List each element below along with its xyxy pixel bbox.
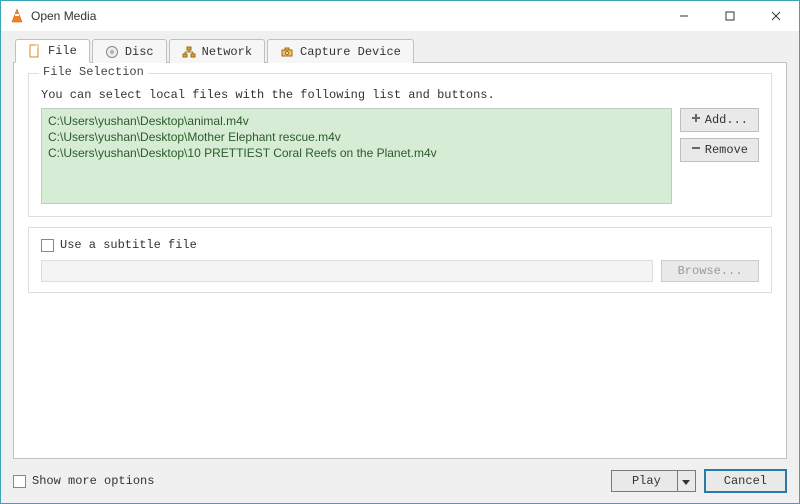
- window-title: Open Media: [31, 9, 661, 23]
- tabbar: File Disc Network Capture Device: [13, 39, 787, 63]
- tab-network[interactable]: Network: [169, 39, 265, 63]
- capture-icon: [280, 45, 294, 59]
- tab-disc[interactable]: Disc: [92, 39, 167, 63]
- browse-button: Browse...: [661, 260, 759, 282]
- open-media-dialog: Open Media File Disc: [0, 0, 800, 504]
- disc-icon: [105, 45, 119, 59]
- file-list[interactable]: C:\Users\yushan\Desktop\animal.m4v C:\Us…: [41, 108, 672, 204]
- network-icon: [182, 45, 196, 59]
- file-selection-hint: You can select local files with the foll…: [41, 88, 759, 102]
- tab-label: Capture Device: [300, 45, 401, 59]
- show-more-checkbox[interactable]: [13, 475, 26, 488]
- minus-icon: [691, 143, 701, 157]
- chevron-down-icon: [682, 474, 690, 488]
- remove-label: Remove: [705, 143, 748, 157]
- play-button[interactable]: Play: [611, 470, 678, 492]
- file-panel: File Selection You can select local file…: [13, 62, 787, 459]
- tab-label: Disc: [125, 45, 154, 59]
- app-icon: [9, 8, 25, 24]
- remove-button[interactable]: Remove: [680, 138, 759, 162]
- add-label: Add...: [705, 113, 748, 127]
- cancel-button[interactable]: Cancel: [704, 469, 787, 493]
- file-icon: [28, 44, 42, 58]
- content-area: File Disc Network Capture Device: [1, 31, 799, 463]
- subtitle-path-input: [41, 260, 653, 282]
- play-dropdown[interactable]: [678, 470, 696, 492]
- plus-icon: [691, 113, 701, 127]
- footer: Show more options Play Cancel: [1, 463, 799, 503]
- tab-label: Network: [202, 45, 252, 59]
- show-more-label: Show more options: [32, 474, 154, 488]
- list-item[interactable]: C:\Users\yushan\Desktop\10 PRETTIEST Cor…: [48, 145, 665, 161]
- play-label: Play: [632, 474, 661, 488]
- file-selection-legend: File Selection: [39, 65, 148, 79]
- maximize-button[interactable]: [707, 1, 753, 31]
- tab-label: File: [48, 44, 77, 58]
- subtitle-checkbox[interactable]: [41, 239, 54, 252]
- tab-capture[interactable]: Capture Device: [267, 39, 414, 63]
- tab-file[interactable]: File: [15, 39, 90, 63]
- browse-label: Browse...: [678, 264, 743, 278]
- close-button[interactable]: [753, 1, 799, 31]
- minimize-button[interactable]: [661, 1, 707, 31]
- list-item[interactable]: C:\Users\yushan\Desktop\animal.m4v: [48, 113, 665, 129]
- subtitle-fieldset: Use a subtitle file Browse...: [28, 227, 772, 293]
- cancel-label: Cancel: [724, 474, 767, 488]
- titlebar: Open Media: [1, 1, 799, 31]
- list-item[interactable]: C:\Users\yushan\Desktop\Mother Elephant …: [48, 129, 665, 145]
- add-button[interactable]: Add...: [680, 108, 759, 132]
- play-button-group: Play: [611, 470, 696, 492]
- file-selection-fieldset: File Selection You can select local file…: [28, 73, 772, 217]
- subtitle-checkbox-label: Use a subtitle file: [60, 238, 197, 252]
